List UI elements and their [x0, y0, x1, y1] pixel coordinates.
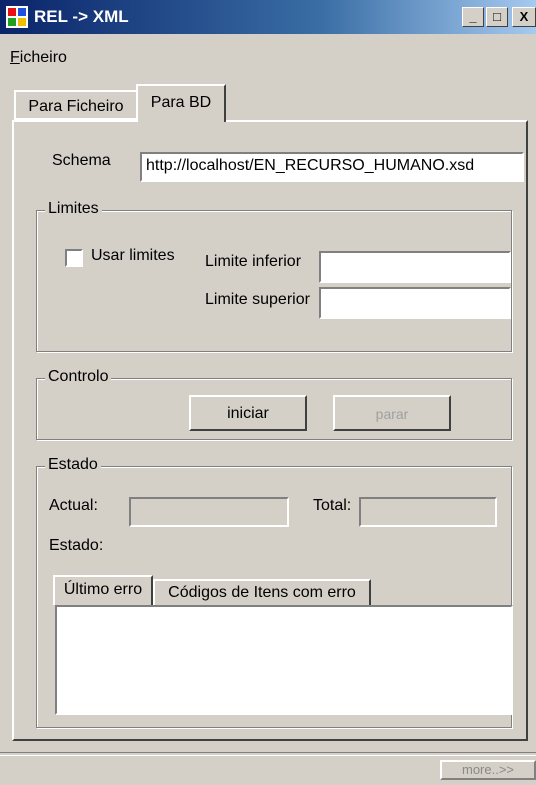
title-bar[interactable]: REL -> XML _ □ X: [0, 0, 536, 34]
estado-group-title: Estado: [45, 456, 101, 474]
tab-para-ficheiro[interactable]: Para Ficheiro: [14, 90, 138, 120]
controlo-group: Controlo iniciar parar: [36, 368, 512, 440]
close-icon: X: [519, 9, 529, 24]
close-button[interactable]: X: [512, 7, 536, 27]
limite-superior-input[interactable]: [319, 287, 511, 319]
limites-group: Limites Usar limites Limite inferior Lim…: [36, 200, 512, 352]
actual-field[interactable]: [129, 497, 289, 527]
minimize-icon: _: [469, 9, 477, 24]
estado-label: Estado:: [49, 537, 104, 554]
total-field[interactable]: [359, 497, 497, 527]
menu-ficheiro[interactable]: Ficheiro: [10, 49, 67, 67]
maximize-button[interactable]: □: [486, 7, 508, 27]
limite-superior-label: Limite superior: [205, 291, 310, 308]
maximize-icon: □: [493, 9, 501, 24]
usar-limites-label: Usar limites: [91, 247, 175, 264]
minimize-button[interactable]: _: [462, 7, 484, 27]
app-grid-icon: [6, 6, 28, 28]
parar-button[interactable]: parar: [333, 395, 451, 431]
limite-inferior-input[interactable]: [319, 251, 511, 283]
status-divider: [0, 752, 536, 756]
controlo-group-title: Controlo: [45, 368, 112, 386]
actual-label: Actual:: [49, 497, 98, 514]
limite-inferior-label: Limite inferior: [205, 253, 302, 270]
tab-panel-para-bd: Schema http://localhost/EN_RECURSO_HUMAN…: [12, 120, 528, 741]
iniciar-button[interactable]: iniciar: [189, 395, 307, 431]
window-title: REL -> XML: [34, 7, 129, 26]
more-button[interactable]: more..>>: [440, 760, 536, 780]
tab-para-bd[interactable]: Para BD: [136, 84, 226, 122]
ultimo-erro-textarea[interactable]: [55, 605, 513, 715]
tab-ultimo-erro[interactable]: Último erro: [53, 575, 153, 605]
estado-group: Estado Actual: Total: Estado: Último err…: [36, 456, 513, 728]
menu-bar: Ficheiro: [0, 34, 536, 67]
application-window: REL -> XML _ □ X Ficheiro Para Ficheiro …: [0, 0, 536, 785]
total-label: Total:: [313, 497, 352, 514]
usar-limites-checkbox[interactable]: [65, 249, 83, 267]
limites-group-title: Limites: [45, 200, 102, 218]
tab-codigos-itens-erro[interactable]: Códigos de Itens com erro: [153, 579, 371, 605]
schema-input[interactable]: http://localhost/EN_RECURSO_HUMANO.xsd: [140, 152, 524, 182]
schema-label: Schema: [52, 152, 111, 169]
